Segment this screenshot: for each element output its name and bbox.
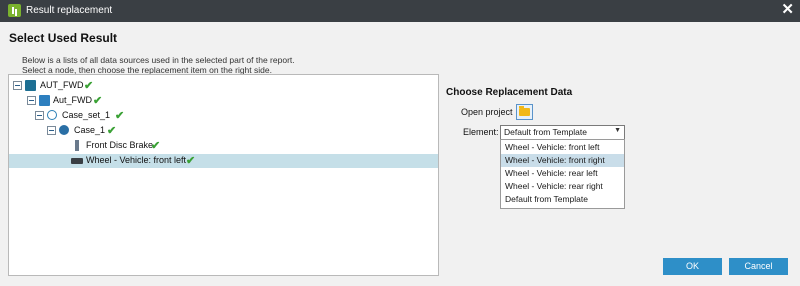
collapse-icon[interactable] xyxy=(13,81,22,90)
dropdown-option-default-template[interactable]: Default from Template xyxy=(501,193,624,206)
folder-icon xyxy=(519,106,530,116)
tree-node-front-disc-brake[interactable]: Front Disc Brake ✔ xyxy=(9,139,438,153)
project-icon xyxy=(25,80,36,91)
description-line-1: Below is a lists of all data sources use… xyxy=(22,55,295,65)
cancel-button[interactable]: Cancel xyxy=(729,258,788,275)
tree-node-label: Wheel - Vehicle: front left xyxy=(86,155,187,165)
element-select-value: Default from Template xyxy=(504,127,587,137)
dropdown-option-front-right[interactable]: Wheel - Vehicle: front right xyxy=(501,154,624,167)
checkmark-icon: ✔ xyxy=(107,125,117,137)
tree-node-wheel-front-left[interactable]: Wheel - Vehicle: front left ✔ xyxy=(9,154,438,168)
tree-node-label: Case_set_1 xyxy=(62,110,111,120)
tree-node-label: Aut_FWD xyxy=(53,95,93,105)
case-icon xyxy=(59,125,69,135)
dropdown-option-rear-right[interactable]: Wheel - Vehicle: rear right xyxy=(501,180,624,193)
select-used-result-heading: Select Used Result xyxy=(9,31,118,45)
case-set-icon xyxy=(47,110,57,120)
tree-node-case-set-1[interactable]: Case_set_1 ✔ xyxy=(9,109,438,123)
model-icon xyxy=(39,95,50,106)
element-label: Element: xyxy=(463,127,499,137)
tree-node-label: AUT_FWD xyxy=(40,80,84,90)
checkmark-icon: ✔ xyxy=(151,140,161,152)
wheel-icon xyxy=(71,158,83,164)
tree-node-label: Front Disc Brake xyxy=(86,140,154,150)
collapse-icon[interactable] xyxy=(27,96,36,105)
checkmark-icon: ✔ xyxy=(93,95,103,107)
open-project-label: Open project xyxy=(461,107,513,117)
tree-node-aut-fwd-project[interactable]: AUT_FWD ✔ xyxy=(9,79,438,93)
data-source-tree[interactable]: AUT_FWD ✔ Aut_FWD ✔ Case_set_1 ✔ Case_1 … xyxy=(8,74,439,276)
window-title: Result replacement xyxy=(26,5,113,16)
dropdown-option-rear-left[interactable]: Wheel - Vehicle: rear left xyxy=(501,167,624,180)
close-icon[interactable]: ✕ xyxy=(781,1,794,19)
tree-node-case-1[interactable]: Case_1 ✔ xyxy=(9,124,438,138)
dialog-body: Select Used Result Below is a lists of a… xyxy=(0,22,800,286)
brake-icon xyxy=(75,140,79,151)
ok-button[interactable]: OK xyxy=(663,258,722,275)
choose-replacement-heading: Choose Replacement Data xyxy=(446,87,573,98)
checkmark-icon: ✔ xyxy=(186,155,196,167)
tree-node-label: Case_1 xyxy=(74,125,106,135)
tree-node-aut-fwd-model[interactable]: Aut_FWD ✔ xyxy=(9,94,438,108)
collapse-icon[interactable] xyxy=(35,111,44,120)
element-dropdown-list: Wheel - Vehicle: front left Wheel - Vehi… xyxy=(500,139,625,209)
open-project-button[interactable] xyxy=(516,104,533,120)
dropdown-option-front-left[interactable]: Wheel - Vehicle: front left xyxy=(501,141,624,154)
chevron-down-icon: ▼ xyxy=(614,127,621,134)
checkmark-icon: ✔ xyxy=(115,110,125,122)
element-select[interactable]: Default from Template ▼ xyxy=(500,125,625,140)
collapse-icon[interactable] xyxy=(47,126,56,135)
checkmark-icon: ✔ xyxy=(84,80,94,92)
app-icon xyxy=(8,4,21,17)
title-bar: Result replacement ✕ xyxy=(0,0,800,22)
